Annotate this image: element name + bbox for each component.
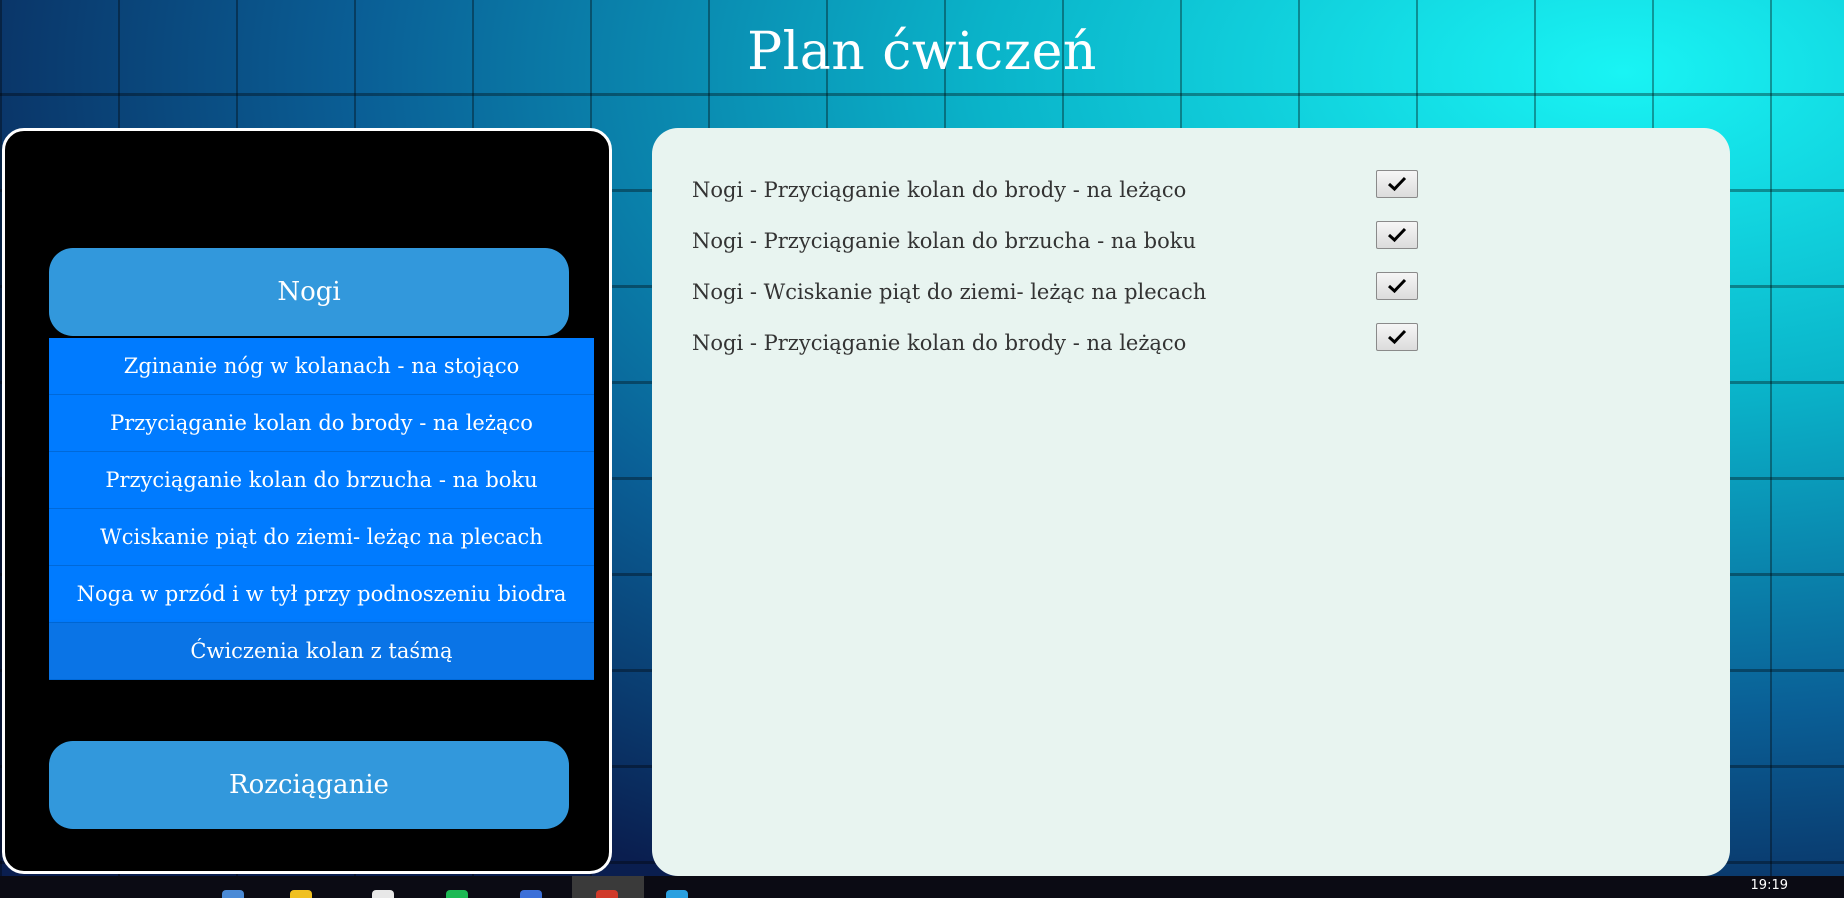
complete-button[interactable] (1376, 170, 1418, 198)
browser-icon (596, 890, 618, 898)
taskbar: 19:19 (0, 876, 1844, 898)
exercise-row: Nogi - Przyciąganie kolan do brody - na … (692, 323, 1692, 363)
taskbar-active-app[interactable] (572, 876, 644, 898)
file-explorer-icon[interactable] (222, 890, 244, 898)
dropdown-item-hovered[interactable]: Ćwiczenia kolan z taśmą (49, 623, 594, 680)
category-panel: Nogi Rozciąganie Zginanie nóg w kolanach… (2, 128, 612, 874)
dropdown-item[interactable]: Wciskanie piąt do ziemi- leżąc na plecac… (49, 509, 594, 566)
category-button-rozciaganie[interactable]: Rozciąganie (49, 741, 569, 829)
dropdown-item[interactable]: Zginanie nóg w kolanach - na stojąco (49, 338, 594, 395)
check-icon (1387, 278, 1407, 294)
document-icon[interactable] (520, 890, 542, 898)
check-icon (1387, 227, 1407, 243)
exercise-dropdown: Zginanie nóg w kolanach - na stojąco Prz… (49, 338, 594, 680)
category-button-nogi[interactable]: Nogi (49, 248, 569, 336)
exercise-label: Nogi - Wciskanie piąt do ziemi- leżąc na… (692, 280, 1207, 304)
exercise-label: Nogi - Przyciąganie kolan do brody - na … (692, 331, 1187, 355)
exercise-label: Nogi - Przyciąganie kolan do brody - na … (692, 178, 1187, 202)
exercise-row: Nogi - Przyciąganie kolan do brzucha - n… (692, 221, 1692, 261)
dropdown-item[interactable]: Noga w przód i w tył przy podnoszeniu bi… (49, 566, 594, 623)
check-icon (1387, 329, 1407, 345)
spotify-icon[interactable] (446, 890, 468, 898)
clock-time: 19:19 (1750, 878, 1788, 893)
complete-button[interactable] (1376, 272, 1418, 300)
dropdown-item[interactable]: Przyciąganie kolan do brzucha - na boku (49, 452, 594, 509)
app-icon[interactable] (666, 890, 688, 898)
app-icon[interactable] (372, 890, 394, 898)
folder-icon[interactable] (290, 890, 312, 898)
check-icon (1387, 176, 1407, 192)
exercise-label: Nogi - Przyciąganie kolan do brzucha - n… (692, 229, 1196, 253)
exercise-row: Nogi - Wciskanie piąt do ziemi- leżąc na… (692, 272, 1692, 312)
exercise-plan-panel: Nogi - Przyciąganie kolan do brody - na … (652, 128, 1730, 876)
complete-button[interactable] (1376, 323, 1418, 351)
complete-button[interactable] (1376, 221, 1418, 249)
exercise-row: Nogi - Przyciąganie kolan do brody - na … (692, 170, 1692, 210)
page-title: Plan ćwiczeń (747, 22, 1097, 82)
dropdown-item[interactable]: Przyciąganie kolan do brody - na leżąco (49, 395, 594, 452)
